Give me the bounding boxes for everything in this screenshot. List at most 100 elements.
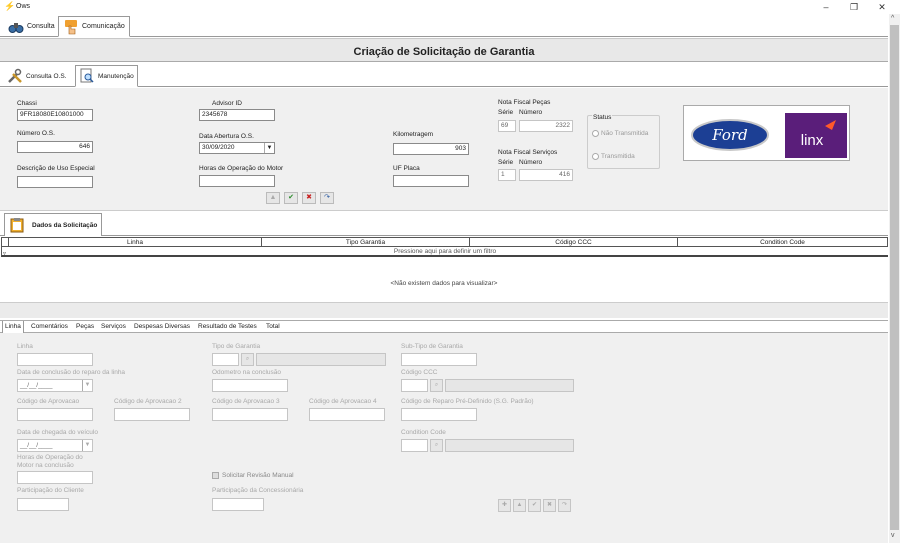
radio-nao-transmitida-label: Não Transmitida xyxy=(601,130,649,137)
cod-reparo-field[interactable] xyxy=(401,408,477,421)
cod-aprov4-label: Código de Aprovacao 4 xyxy=(309,398,377,405)
tipo-garantia-code-field[interactable] xyxy=(212,353,239,366)
linha-form: Linha Tipo de Garantia ⌕ Sub-Tipo de Gar… xyxy=(0,333,888,543)
subtipo-field[interactable] xyxy=(401,353,477,366)
cancel-button[interactable]: ✖ xyxy=(543,499,556,512)
maximize-icon[interactable]: ❐ xyxy=(846,1,862,13)
lookup-icon[interactable]: ⌕ xyxy=(241,353,254,366)
linha-field[interactable] xyxy=(17,353,93,366)
tab-total[interactable]: Total xyxy=(264,321,282,333)
scroll-down-icon[interactable]: v xyxy=(891,532,895,539)
chevron-down-icon[interactable]: ▼ xyxy=(82,380,92,391)
nf-servicos-numero-field[interactable]: 416 xyxy=(519,169,573,181)
cod-aprov3-field[interactable] xyxy=(212,408,288,421)
chevron-down-icon[interactable]: ▼ xyxy=(264,143,274,153)
data-chegada-label: Data de chegada do veículo xyxy=(17,429,98,436)
horas-motor-field[interactable] xyxy=(199,175,275,187)
codigo-ccc-code-field[interactable] xyxy=(401,379,428,392)
up-arrow-button[interactable]: ▲ xyxy=(513,499,526,512)
column-header-linha[interactable]: Linha xyxy=(9,237,262,247)
tab-consulta-os-label: Consulta O.S. xyxy=(26,72,67,80)
odometro-field[interactable] xyxy=(212,379,288,392)
clipboard-icon xyxy=(9,217,25,233)
nf-servicos-label: Nota Fiscal Serviços xyxy=(498,149,558,156)
refresh-button[interactable]: ↷ xyxy=(320,192,334,204)
part-cliente-field[interactable] xyxy=(17,498,69,511)
add-button[interactable]: ✚ xyxy=(498,499,511,512)
data-chegada-field[interactable]: __/__/____ ▼ xyxy=(17,439,93,452)
cod-aprov4-field[interactable] xyxy=(309,408,385,421)
filter-row[interactable]: Pressione aqui para definir um filtro xyxy=(1,247,888,257)
nf-pecas-numero-field[interactable]: 2322 xyxy=(519,120,573,132)
cod-aprov-field[interactable] xyxy=(17,408,93,421)
cod-aprov3-label: Código de Aprovacao 3 xyxy=(212,398,280,405)
tipo-garantia-label: Tipo de Garantia xyxy=(212,343,261,350)
tab-manutencao[interactable]: Manutenção xyxy=(75,65,138,87)
uf-placa-label: UF Placa xyxy=(393,165,420,172)
tab-dados-solicitacao[interactable]: Dados da Solicitação xyxy=(4,213,103,237)
close-icon[interactable]: ✕ xyxy=(874,1,890,13)
tab-servicos[interactable]: Serviços xyxy=(99,321,128,333)
refresh-button[interactable]: ↷ xyxy=(558,499,571,512)
uf-placa-field[interactable] xyxy=(393,175,469,187)
tab-comentarios[interactable]: Comentários xyxy=(29,321,70,333)
descricao-field[interactable] xyxy=(17,176,93,188)
lookup-icon[interactable]: ⌕ xyxy=(430,379,443,392)
column-header-tipo-garantia[interactable]: Tipo Garantia xyxy=(262,237,470,247)
condition-code-field[interactable] xyxy=(401,439,428,452)
checkbox-icon xyxy=(212,472,219,479)
tab-resultado-testes[interactable]: Resultado de Testes xyxy=(196,321,259,333)
window-title: Ows xyxy=(16,3,30,10)
lookup-icon[interactable]: ⌕ xyxy=(430,439,443,452)
scrollbar-thumb[interactable] xyxy=(890,25,899,530)
linx-logo-text: linx xyxy=(801,132,824,149)
data-abertura-label: Data Abertura O.S. xyxy=(199,133,254,140)
radio-transmitida[interactable]: Transmitida xyxy=(592,153,635,160)
column-header-codigo-ccc[interactable]: Código CCC xyxy=(470,237,678,247)
data-abertura-field[interactable]: 30/09/2020 ▼ xyxy=(199,142,275,154)
kilometragem-label: Kilometragem xyxy=(393,131,434,138)
confirm-button[interactable]: ✔ xyxy=(528,499,541,512)
app-logo-icon: ⚡ xyxy=(4,1,16,11)
tab-pecas[interactable]: Peças xyxy=(74,321,96,333)
tab-despesas-diversas[interactable]: Despesas Diversas xyxy=(132,321,192,333)
solicitar-revisao-checkbox[interactable]: Solicitar Revisão Manual xyxy=(212,472,294,479)
numero-os-field[interactable]: 646 xyxy=(17,141,93,153)
title-bar: ⚡ Ows – ❐ ✕ xyxy=(0,0,900,14)
cod-aprov2-field[interactable] xyxy=(114,408,190,421)
tab-comunicacao-label: Comunicação xyxy=(82,23,125,30)
nf-pecas-serie-label: Série xyxy=(498,109,514,116)
tab-comunicacao[interactable]: Comunicação xyxy=(58,16,130,37)
top-tabs: Consulta Comunicação xyxy=(0,15,888,37)
confirm-button[interactable]: ✔ xyxy=(284,192,298,204)
radio-transmitida-label: Transmitida xyxy=(601,153,635,160)
nf-pecas-label: Nota Fiscal Peças xyxy=(498,99,551,106)
advisor-field[interactable]: 2345678 xyxy=(199,109,275,121)
nf-pecas-serie-field[interactable]: 69 xyxy=(498,120,516,132)
cancel-button[interactable]: ✖ xyxy=(302,192,316,204)
horas-op-field[interactable] xyxy=(17,471,93,484)
data-abertura-value: 30/09/2020 xyxy=(202,144,235,151)
lower-tabs: Linha Comentários Peças Serviços Despesa… xyxy=(0,320,888,333)
cod-reparo-label: Código de Reparo Pré-Definido (S.G. Padr… xyxy=(401,398,534,405)
nf-servicos-serie-field[interactable]: 1 xyxy=(498,169,516,181)
kilometragem-field[interactable]: 903 xyxy=(393,143,469,155)
column-header-condition-code[interactable]: Condition Code xyxy=(678,237,888,247)
minimize-icon[interactable]: – xyxy=(818,1,834,13)
data-grid: Linha Tipo Garantia Código CCC Condition… xyxy=(0,236,888,318)
data-conclusao-field[interactable]: __/__/____ ▼ xyxy=(17,379,93,392)
radio-nao-transmitida[interactable]: Não Transmitida xyxy=(592,130,648,137)
tab-consulta-os[interactable]: Consulta O.S. xyxy=(4,65,69,87)
scroll-up-icon[interactable]: ^ xyxy=(891,15,894,22)
hand-pointer-icon xyxy=(63,19,79,35)
chassi-field[interactable]: 9FR18080E10801000 xyxy=(17,109,93,121)
subtipo-label: Sub-Tipo de Garantia xyxy=(401,343,463,350)
tab-linha[interactable]: Linha xyxy=(2,321,24,333)
up-arrow-button[interactable]: ▲ xyxy=(266,192,280,204)
tab-consulta[interactable]: Consulta xyxy=(4,16,59,37)
descricao-label: Descrição de Uso Especial xyxy=(17,165,95,172)
status-legend: Status xyxy=(592,114,613,121)
part-conc-field[interactable] xyxy=(212,498,264,511)
cod-aprov2-label: Código de Aprovacao 2 xyxy=(114,398,182,405)
chevron-down-icon[interactable]: ▼ xyxy=(82,440,92,451)
